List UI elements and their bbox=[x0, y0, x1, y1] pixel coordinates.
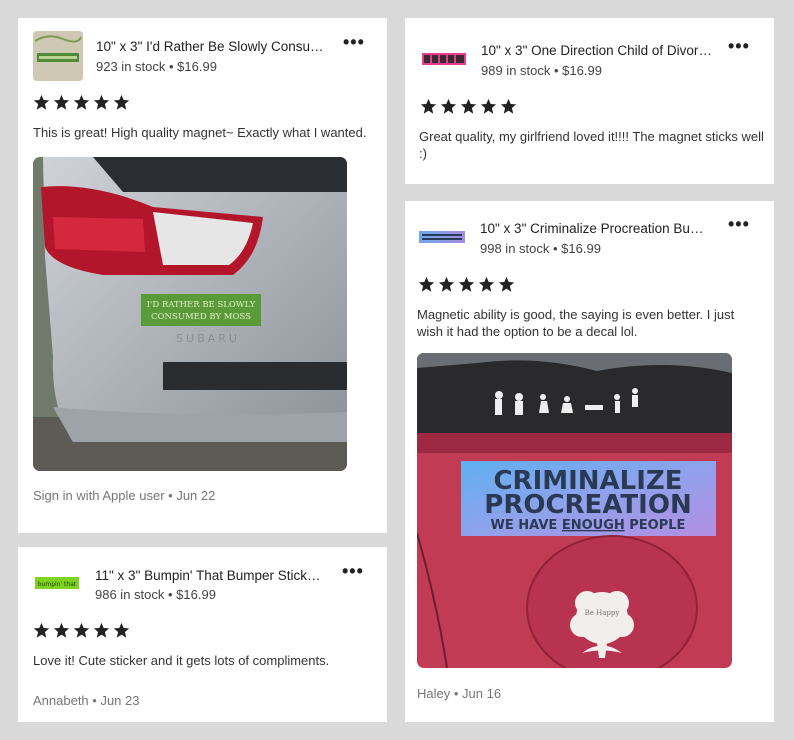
product-thumbnail-image bbox=[33, 31, 83, 81]
price: $16.99 bbox=[177, 59, 217, 74]
star-icon bbox=[438, 276, 455, 292]
separator: • bbox=[550, 63, 563, 78]
star-icon bbox=[480, 98, 497, 114]
price: $16.99 bbox=[562, 63, 602, 78]
product-thumbnail[interactable] bbox=[33, 31, 83, 81]
star-icon bbox=[113, 622, 130, 638]
product-title[interactable]: 11" x 3" Bumpin' That Bumper Sticker, ..… bbox=[95, 568, 327, 583]
product-thumbnail[interactable] bbox=[418, 229, 466, 245]
separator: • bbox=[165, 59, 178, 74]
product-stock-price: 998 in stock • $16.99 bbox=[480, 241, 601, 256]
separator: • bbox=[88, 693, 101, 708]
separator: • bbox=[450, 686, 463, 701]
product-title[interactable]: 10" x 3" Criminalize Procreation Bum... bbox=[480, 221, 712, 236]
star-icon bbox=[113, 94, 130, 110]
sticker-text: PROCREATION bbox=[484, 490, 691, 520]
star-icon bbox=[460, 98, 477, 114]
product-thumbnail-image bbox=[419, 231, 465, 243]
product-title[interactable]: 10" x 3" One Direction Child of Divorc..… bbox=[481, 43, 713, 58]
more-options-icon[interactable]: ••• bbox=[342, 562, 364, 580]
product-title[interactable]: 10" x 3" I'd Rather Be Slowly Consum... bbox=[96, 39, 326, 54]
review-card: 10" x 3" One Direction Child of Divorc..… bbox=[405, 18, 774, 184]
sticker-text: WE HAVE ENOUGH PEOPLE bbox=[491, 518, 686, 533]
separator: • bbox=[164, 488, 177, 503]
star-rating bbox=[33, 94, 130, 111]
review-text: Great quality, my girlfriend loved it!!!… bbox=[419, 129, 764, 161]
review-text: This is great! High quality magnet~ Exac… bbox=[33, 125, 367, 140]
car-badge-text: SUBARU bbox=[176, 332, 240, 345]
review-photo[interactable]: I'D RATHER BE SLOWLY CONSUMED BY MOSS SU… bbox=[33, 157, 347, 471]
price: $16.99 bbox=[561, 241, 601, 256]
sticker-text: CONSUMED BY MOSS bbox=[151, 312, 251, 322]
product-thumbnail[interactable]: bumpin' that bbox=[33, 573, 81, 593]
sticker-text-emphasis: ENOUGH bbox=[562, 518, 625, 533]
star-icon bbox=[53, 622, 70, 638]
author-name: Annabeth bbox=[33, 693, 89, 708]
car-photo-image: CRIMINALIZE PROCREATION WE HAVE ENOUGH P… bbox=[417, 353, 732, 668]
sticker-text: I'D RATHER BE SLOWLY bbox=[147, 300, 256, 310]
sticker-text-part: WE HAVE bbox=[491, 518, 562, 533]
star-icon bbox=[73, 94, 90, 110]
review-card: bumpin' that 11" x 3" Bumpin' That Bumpe… bbox=[18, 547, 387, 722]
review-date: Jun 16 bbox=[462, 686, 502, 701]
star-icon bbox=[418, 276, 435, 292]
decal-text: Be Happy bbox=[585, 609, 620, 617]
star-icon bbox=[458, 276, 475, 292]
star-icon bbox=[33, 94, 50, 110]
star-icon bbox=[93, 94, 110, 110]
stock-count: 986 in stock bbox=[95, 587, 165, 602]
star-icon bbox=[420, 98, 437, 114]
star-icon bbox=[440, 98, 457, 114]
more-options-icon[interactable]: ••• bbox=[728, 215, 750, 233]
star-icon bbox=[500, 98, 517, 114]
review-author-date: Haley • Jun 16 bbox=[417, 686, 501, 701]
star-icon bbox=[498, 276, 515, 292]
review-card: 10" x 3" Criminalize Procreation Bum... … bbox=[405, 201, 774, 722]
review-date: Jun 22 bbox=[176, 488, 216, 503]
separator: • bbox=[164, 587, 177, 602]
review-text: Love it! Cute sticker and it gets lots o… bbox=[33, 653, 330, 668]
star-rating bbox=[418, 276, 515, 293]
star-icon bbox=[478, 276, 495, 292]
separator: • bbox=[549, 241, 562, 256]
star-icon bbox=[33, 622, 50, 638]
product-stock-price: 923 in stock • $16.99 bbox=[96, 59, 217, 74]
more-options-icon[interactable]: ••• bbox=[343, 33, 365, 51]
stock-count: 923 in stock bbox=[96, 59, 166, 74]
product-stock-price: 986 in stock • $16.99 bbox=[95, 587, 216, 602]
car-photo-image: I'D RATHER BE SLOWLY CONSUMED BY MOSS SU… bbox=[33, 157, 347, 471]
review-author-date: Annabeth • Jun 23 bbox=[33, 693, 140, 708]
review-date: Jun 23 bbox=[100, 693, 140, 708]
review-photo[interactable]: CRIMINALIZE PROCREATION WE HAVE ENOUGH P… bbox=[417, 353, 732, 668]
star-rating bbox=[33, 622, 130, 639]
star-icon bbox=[73, 622, 90, 638]
product-thumbnail-image bbox=[422, 53, 466, 65]
star-rating bbox=[420, 98, 517, 115]
review-author-date: Sign in with Apple user • Jun 22 bbox=[33, 488, 215, 503]
product-thumbnail[interactable] bbox=[420, 51, 468, 67]
product-stock-price: 989 in stock • $16.99 bbox=[481, 63, 602, 78]
author-name: Sign in with Apple user bbox=[33, 488, 165, 503]
product-thumbnail-image: bumpin' that bbox=[35, 577, 79, 589]
sticker-text-part: PEOPLE bbox=[625, 518, 686, 533]
review-text: Magnetic ability is good, the saying is … bbox=[417, 307, 735, 339]
author-name: Haley bbox=[417, 686, 451, 701]
stock-count: 989 in stock bbox=[481, 63, 551, 78]
star-icon bbox=[93, 622, 110, 638]
thumbnail-text: bumpin' that bbox=[38, 581, 77, 588]
price: $16.99 bbox=[176, 587, 216, 602]
stock-count: 998 in stock bbox=[480, 241, 550, 256]
review-card: 10" x 3" I'd Rather Be Slowly Consum... … bbox=[18, 18, 387, 533]
star-icon bbox=[53, 94, 70, 110]
more-options-icon[interactable]: ••• bbox=[728, 37, 750, 55]
